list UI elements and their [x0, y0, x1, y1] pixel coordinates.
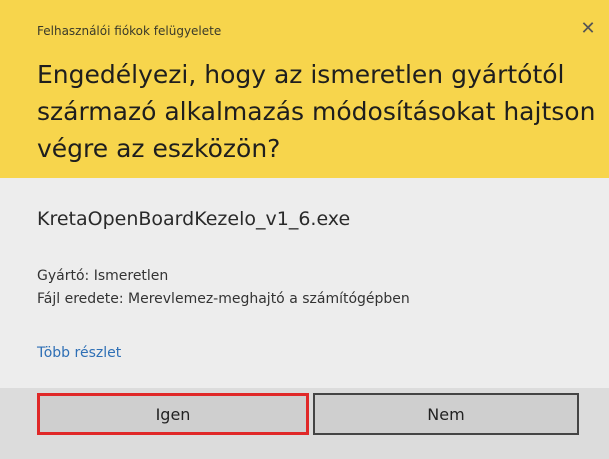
consent-question: Engedélyezi, hogy az ismeretlen gyártótó… [37, 56, 597, 167]
more-details-link[interactable]: Több részlet [37, 345, 121, 361]
dialog-title: Felhasználói fiókok felügyelete [37, 24, 222, 38]
uac-dialog: Felhasználói fiókok felügyelete ✕ Engedé… [0, 0, 609, 459]
application-name: KretaOpenBoardKezelo_v1_6.exe [37, 208, 351, 230]
question-line: származó alkalmazás módosításokat hajtso… [37, 97, 596, 126]
close-icon[interactable]: ✕ [577, 18, 599, 40]
app-metadata: Gyártó: Ismeretlen Fájl eredete: Merevle… [37, 265, 410, 311]
no-button[interactable]: Nem [313, 393, 579, 435]
publisher-text: Gyártó: Ismeretlen [37, 268, 169, 284]
question-line: végre az eszközön? [37, 134, 281, 163]
warning-banner: Felhasználói fiókok felügyelete ✕ Engedé… [0, 0, 609, 178]
question-line: Engedélyezi, hogy az ismeretlen gyártótó… [37, 60, 565, 89]
yes-button[interactable]: Igen [37, 393, 309, 435]
file-origin-text: Fájl eredete: Merevlemez-meghajtó a szám… [37, 291, 410, 307]
